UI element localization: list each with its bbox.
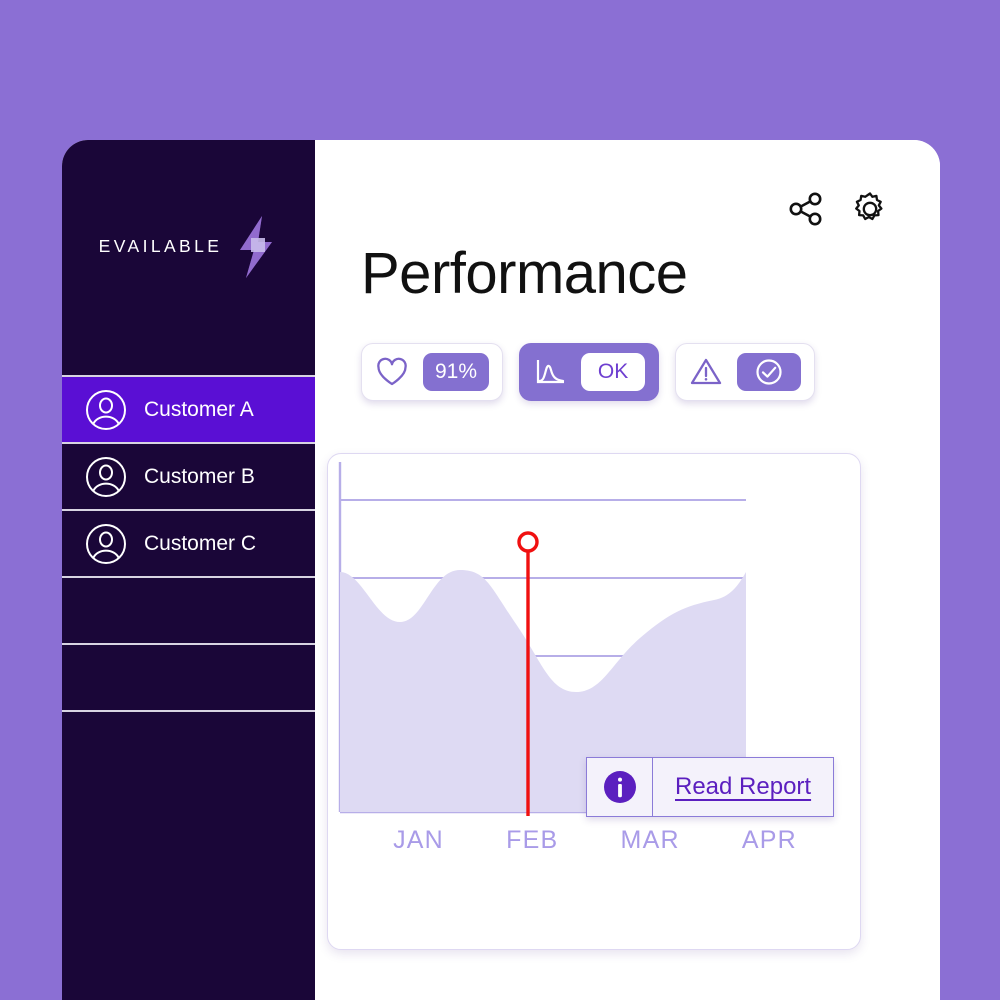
settings-gear-icon[interactable] bbox=[850, 189, 890, 229]
warning-triangle-icon bbox=[690, 358, 722, 385]
marker-circle bbox=[517, 531, 539, 553]
share-icon[interactable] bbox=[786, 189, 826, 229]
sidebar-item-customer-b[interactable]: Customer B bbox=[62, 442, 315, 509]
page-title: Performance bbox=[361, 241, 688, 306]
user-circle-icon bbox=[86, 456, 126, 497]
status-badge-trend[interactable]: OK bbox=[519, 343, 660, 401]
user-circle-icon bbox=[86, 389, 126, 430]
sidebar: EVAILABLE Customer A Customer B Customer… bbox=[62, 140, 315, 1000]
status-badge-group: 91% OK bbox=[361, 343, 902, 401]
status-badge-health[interactable]: 91% bbox=[361, 343, 504, 401]
sidebar-item-label: Customer A bbox=[144, 397, 254, 421]
check-circle-icon bbox=[756, 359, 782, 385]
info-icon bbox=[603, 771, 636, 803]
x-axis-labels: JAN FEB MAR APR bbox=[328, 826, 862, 855]
status-badge-alerts[interactable] bbox=[675, 343, 816, 401]
x-tick-label: JAN bbox=[393, 826, 444, 854]
lightning-bolt-icon bbox=[240, 215, 273, 278]
tooltip-icon-box bbox=[587, 758, 653, 816]
status-badge-value bbox=[737, 353, 802, 391]
x-tick-label: APR bbox=[741, 826, 797, 854]
app-window: EVAILABLE Customer A Customer B Customer… bbox=[62, 140, 940, 1000]
main-content: Performance 91% OK JAN FEB MAR APR Read … bbox=[315, 140, 940, 1000]
brand-logo: EVAILABLE bbox=[62, 140, 315, 375]
sidebar-item-label: Customer C bbox=[144, 531, 257, 555]
read-report-tooltip[interactable]: Read Report bbox=[586, 757, 835, 817]
header-actions bbox=[353, 140, 902, 236]
x-tick-label: MAR bbox=[620, 826, 680, 854]
status-badge-value: OK bbox=[581, 353, 646, 391]
heart-icon bbox=[377, 357, 407, 386]
sidebar-item-empty-3[interactable] bbox=[62, 710, 315, 777]
analytics-curve-icon bbox=[536, 360, 565, 384]
sidebar-item-label: Customer B bbox=[144, 464, 255, 488]
sidebar-item-empty-1[interactable] bbox=[62, 576, 315, 643]
brand-name: EVAILABLE bbox=[98, 236, 223, 256]
sidebar-item-customer-a[interactable]: Customer A bbox=[62, 375, 315, 442]
status-badge-value: 91% bbox=[423, 353, 490, 391]
user-circle-icon bbox=[86, 523, 126, 564]
area-chart bbox=[338, 462, 746, 816]
sidebar-item-empty-2[interactable] bbox=[62, 643, 315, 710]
performance-chart-card: JAN FEB MAR APR Read Report bbox=[327, 453, 861, 950]
sidebar-item-customer-c[interactable]: Customer C bbox=[62, 509, 315, 576]
read-report-link[interactable]: Read Report bbox=[653, 758, 833, 816]
customer-nav: Customer A Customer B Customer C bbox=[62, 375, 315, 777]
x-tick-label: FEB bbox=[506, 826, 559, 854]
